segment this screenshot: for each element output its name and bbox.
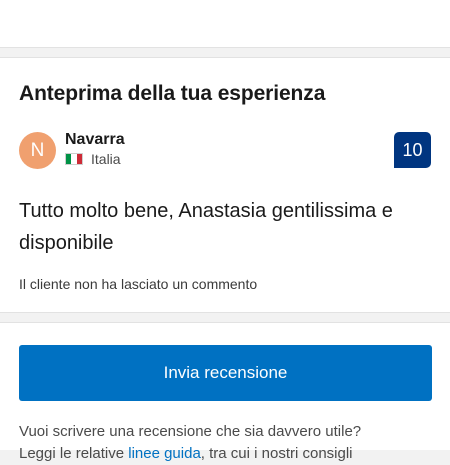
review-text: Tutto molto bene, Anastasia gentilissima… [19, 200, 393, 254]
score-badge: 10 [394, 132, 431, 168]
help-guidelines-text: Leggi le relative linee guida, tra cui i… [19, 443, 353, 465]
italy-flag-icon [65, 153, 83, 165]
submit-section: Invia recensione Vuoi scrivere una recen… [0, 322, 450, 462]
reviewer-country: Italia [91, 151, 121, 167]
avatar: N [19, 132, 56, 169]
card-title: Anteprima della tua esperienza [19, 82, 326, 105]
submit-review-button[interactable]: Invia recensione [19, 345, 432, 401]
review-preview-card: Anteprima della tua esperienza N Navarra… [0, 57, 450, 313]
no-comment-note: Il cliente non ha lasciato un commento [19, 276, 258, 292]
reviewer-name: Navarra [65, 131, 125, 148]
guidelines-link[interactable]: linee guida [128, 445, 201, 462]
help-suffix: , tra cui i nostri consigli [200, 445, 353, 462]
avatar-initial: N [30, 139, 45, 161]
top-panel [0, 0, 450, 48]
help-prefix: Leggi le relative [19, 445, 129, 462]
help-question: Vuoi scrivere una recensione che sia dav… [19, 423, 362, 440]
